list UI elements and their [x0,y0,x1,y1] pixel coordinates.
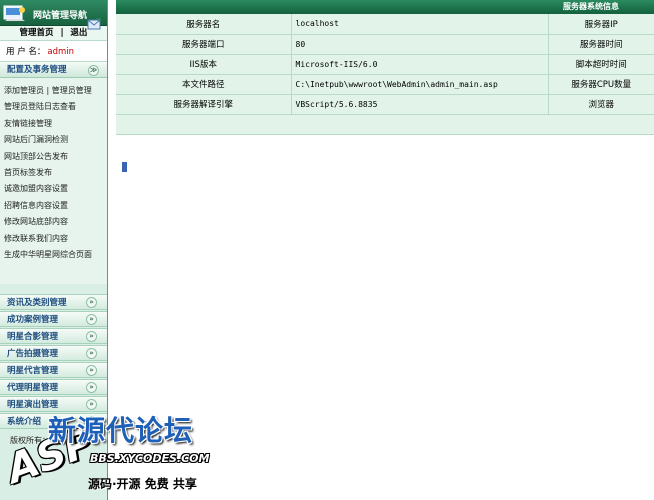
menu-item-friend-links[interactable]: 友情链接管理 [0,116,107,132]
menu-item-login-log[interactable]: 管理员登陆日志查看 [0,99,107,115]
category-label: 明星合影管理 [7,332,59,342]
expand-icon[interactable]: » [86,382,97,393]
expand-icon[interactable]: » [86,365,97,376]
config-section-header[interactable]: 配置及事务管理 ≫ [0,62,107,78]
row-label: 本文件路径 [116,74,292,95]
menu-item-backdoor-check[interactable]: 网站后门漏洞检测 [0,132,107,148]
menu-item-recruit-settings[interactable]: 招聘信息内容设置 [0,198,107,214]
link-separator: | [60,28,64,38]
category-endorsement[interactable]: 明星代言管理 » [0,362,107,378]
text-cursor [122,162,127,172]
expand-icon[interactable]: » [86,314,97,325]
sidebar: 网站管理导航 管理首页 | 退出 用 户 名： admin 配置及事务管理 ≫ 添… [0,0,108,500]
row-right-label: 脚本超时时间 [548,54,654,75]
expand-icon[interactable]: » [86,297,97,308]
username-value: admin [47,47,75,57]
copyright-text: 版权所有： [10,436,50,445]
category-label: 广告拍摄管理 [7,349,59,359]
row-label: 服务器解译引擎 [116,94,292,115]
category-news[interactable]: 资讯及类别管理 » [0,294,107,310]
category-label: 系统介绍 [7,417,42,427]
row-label: 服务器名 [116,14,292,35]
table-row: 服务器解译引擎 VBScript/5.6.8835 浏览器 [116,94,654,115]
config-section-title: 配置及事务管理 [7,65,67,75]
menu-item-admin[interactable]: 添加管理员 | 管理员管理 [0,83,107,99]
main-content: 服务器系统信息 服务器名 localhost 服务器IP 服务器端口 80 服务… [116,0,654,500]
table-row: 服务器端口 80 服务器时间 [116,34,654,55]
category-label: 明星代言管理 [7,366,59,376]
category-cases[interactable]: 成功案例管理 » [0,311,107,327]
sidebar-links: 管理首页 | 退出 [0,18,107,40]
row-right-label: 浏览器 [548,94,654,115]
category-agents[interactable]: 代理明星管理 » [0,379,107,395]
category-system-intro[interactable]: 系统介绍 » [0,413,107,429]
main-header-title: 服务器系统信息 [563,2,619,11]
row-right-label: 服务器时间 [548,34,654,55]
expand-icon[interactable]: » [86,348,97,359]
expand-icon[interactable]: » [86,399,97,410]
category-shows[interactable]: 明星演出管理 » [0,396,107,412]
menu-item-generate-pages[interactable]: 生成中华明星网综合页面 [0,247,107,263]
category-label: 资讯及类别管理 [7,298,67,308]
expand-icon[interactable]: » [86,416,97,427]
table-row: 服务器名 localhost 服务器IP [116,14,654,35]
row-value: VBScript/5.6.8835 [291,94,549,115]
empty-cell [116,114,654,135]
home-link[interactable]: 管理首页 [20,28,54,38]
server-info-table: 服务器名 localhost 服务器IP 服务器端口 80 服务器时间 IIS版… [116,14,654,135]
site-logo-icon [3,5,25,21]
sidebar-title: 网站管理导航 [33,11,88,21]
menu-item-footer-edit[interactable]: 修改网站底部内容 [0,214,107,230]
menu-item-contact-edit[interactable]: 修改联系我们内容 [0,231,107,247]
table-row-empty [116,114,654,135]
row-label: IIS版本 [116,54,292,75]
menu-item-home-tags[interactable]: 首页标签发布 [0,165,107,181]
row-right-label: 服务器CPU数量 [548,74,654,95]
expand-icon[interactable]: » [86,331,97,342]
row-value: 80 [291,34,549,55]
user-info: 用 户 名： admin [0,40,107,62]
row-value: C:\Inetpub\wwwroot\WebAdmin\admin_main.a… [291,74,549,95]
row-value: localhost [291,14,549,35]
main-header: 服务器系统信息 [116,0,654,14]
menu-item-top-notice[interactable]: 网站顶部公告发布 [0,149,107,165]
menu-item-join-settings[interactable]: 诚邀加盟内容设置 [0,181,107,197]
category-photos[interactable]: 明星合影管理 » [0,328,107,344]
row-label: 服务器端口 [116,34,292,55]
config-menu: 添加管理员 | 管理员管理 管理员登陆日志查看 友情链接管理 网站后门漏洞检测 … [0,78,107,284]
category-label: 明星演出管理 [7,400,59,410]
username-label: 用 户 名： [6,47,46,57]
admin-window: 网站管理导航 管理首页 | 退出 用 户 名： admin 配置及事务管理 ≫ 添… [0,0,654,500]
row-value: Microsoft-IIS/6.0 [291,54,549,75]
table-row: 本文件路径 C:\Inetpub\wwwroot\WebAdmin\admin_… [116,74,654,95]
logout-link[interactable]: 退出 [70,28,87,38]
category-label: 成功案例管理 [7,315,59,325]
category-list: 资讯及类别管理 » 成功案例管理 » 明星合影管理 » 广告拍摄管理 » 明星代… [0,294,107,429]
category-label: 代理明星管理 [7,383,59,393]
row-right-label: 服务器IP [548,14,654,35]
table-row: IIS版本 Microsoft-IIS/6.0 脚本超时时间 [116,54,654,75]
mail-icon[interactable] [87,18,101,30]
collapse-icon[interactable]: ≫ [88,65,99,76]
category-ads[interactable]: 广告拍摄管理 » [0,345,107,361]
